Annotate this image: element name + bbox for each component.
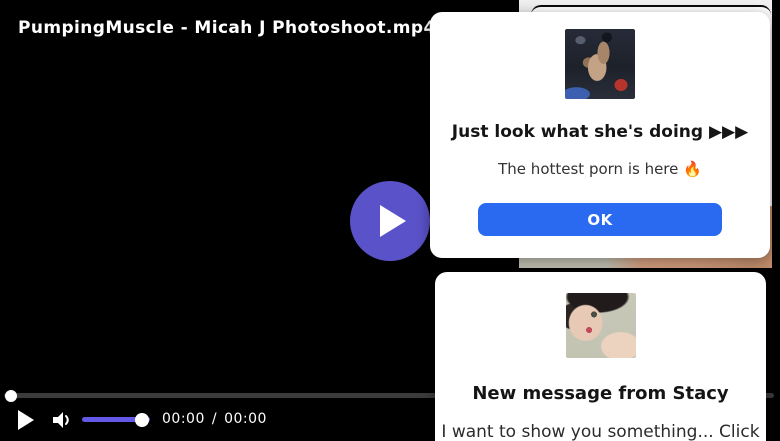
time-current: 00:00 — [162, 411, 205, 427]
volume-icon — [53, 412, 69, 428]
play-button[interactable] — [18, 410, 34, 430]
big-play-button[interactable] — [350, 181, 430, 261]
seek-knob[interactable] — [5, 390, 17, 402]
page: PumpingMuscle - Micah J Photoshoot.mp4 0… — [0, 0, 780, 441]
play-icon — [380, 205, 406, 237]
video-title: PumpingMuscle - Micah J Photoshoot.mp4 — [18, 18, 436, 38]
ad-popup-subtitle-text: The hottest porn is here — [498, 160, 679, 178]
ad-popup-subtitle: The hottest porn is here 🔥 — [440, 159, 760, 179]
message-popup[interactable]: New message from Stacy I want to show yo… — [435, 272, 766, 441]
fire-emoji: 🔥 — [683, 160, 702, 178]
message-popup-body: I want to show you something... Click to — [441, 422, 760, 441]
mute-button[interactable] — [50, 408, 74, 432]
time-separator: / — [211, 411, 218, 427]
time-display: 00:00 / 00:00 — [162, 411, 267, 427]
volume-knob[interactable] — [135, 413, 149, 427]
ad-popup-thumbnail[interactable] — [565, 29, 635, 99]
ok-button[interactable]: OK — [478, 203, 722, 236]
time-duration: 00:00 — [224, 411, 267, 427]
message-popup-title: New message from Stacy — [472, 383, 729, 404]
ad-popup-title: Just look what she's doing ▶▶▶ — [451, 122, 749, 142]
ad-popup: Just look what she's doing ▶▶▶ The hotte… — [430, 12, 770, 258]
message-popup-thumbnail[interactable] — [565, 293, 636, 358]
